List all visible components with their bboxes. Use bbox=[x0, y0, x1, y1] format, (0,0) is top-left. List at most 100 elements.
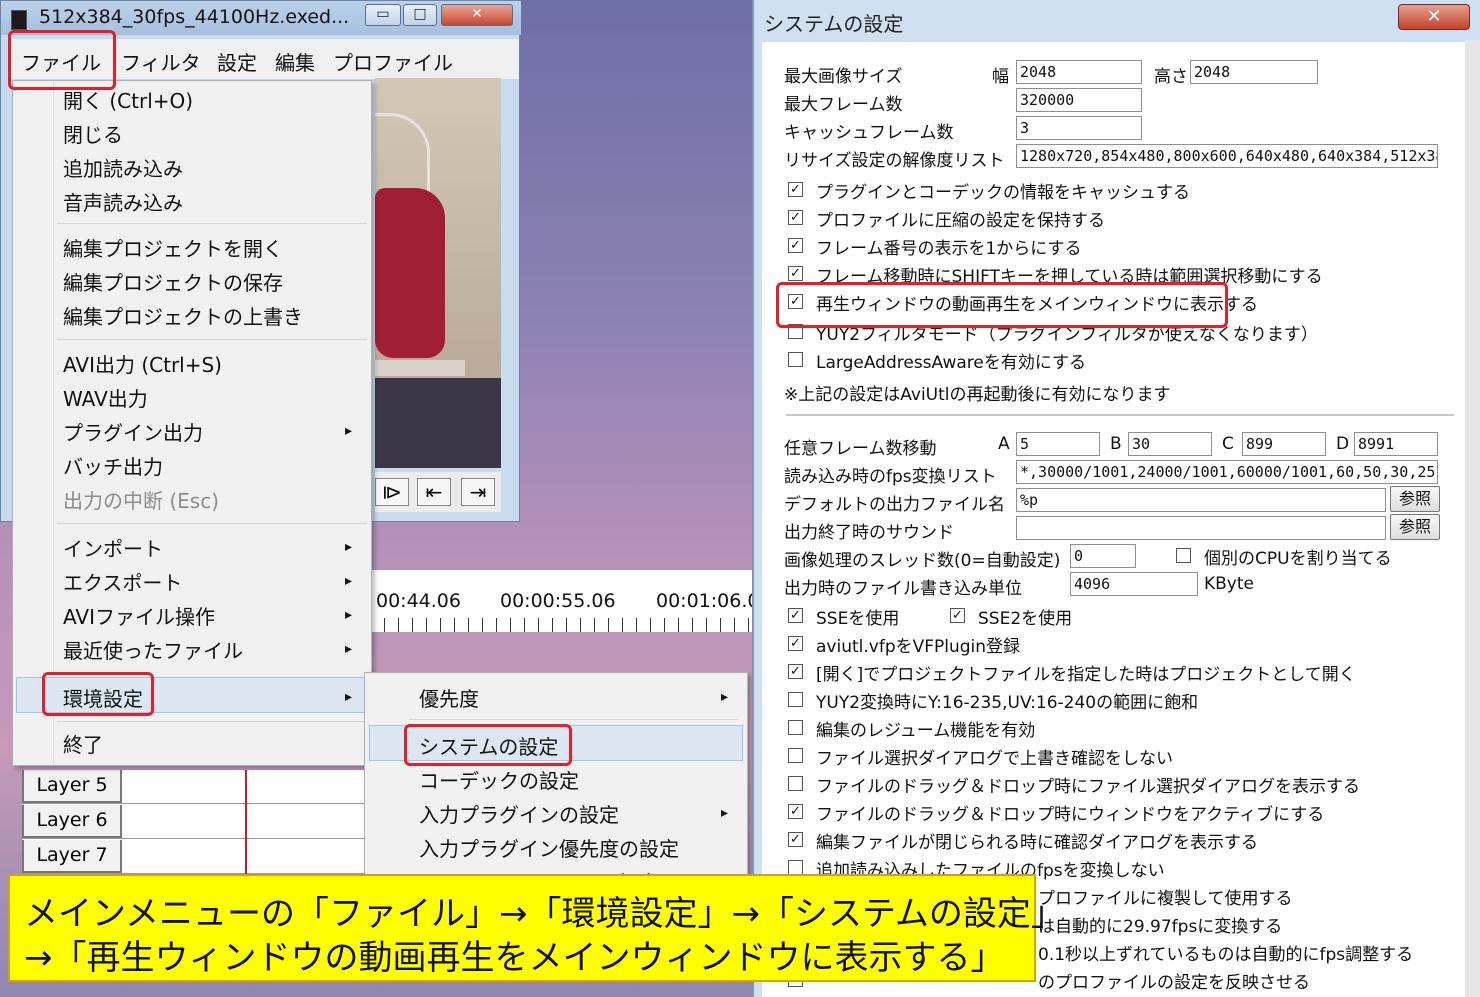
submenu-arrow-icon: ▸ bbox=[721, 805, 729, 821]
checkbox[interactable]: ✓ bbox=[788, 266, 803, 281]
menu-filter[interactable]: フィルタ bbox=[121, 47, 201, 76]
checkbox-row[interactable]: ✓ 編集ファイルが閉じられる時に確認ダイアログを表示する bbox=[788, 832, 1258, 853]
cache-frames-field[interactable]: 3 bbox=[1016, 116, 1142, 140]
menu-item-recent-files[interactable]: 最近使ったファイル bbox=[63, 635, 243, 664]
frame-jump-label: 任意フレーム数移動 bbox=[784, 439, 937, 459]
output-sound-field[interactable] bbox=[1016, 516, 1386, 540]
max-width-field[interactable]: 2048 bbox=[1016, 60, 1142, 84]
default-output-field[interactable]: %p bbox=[1016, 488, 1386, 512]
dialog-close-button[interactable]: ✕ bbox=[1398, 4, 1470, 30]
layer-row[interactable]: Layer 6 bbox=[22, 805, 372, 839]
checkbox[interactable]: ✓ bbox=[788, 608, 803, 623]
checkbox[interactable]: ✓ bbox=[788, 182, 803, 197]
checkbox[interactable] bbox=[1176, 548, 1191, 563]
checkbox[interactable] bbox=[788, 860, 803, 875]
checkbox-row[interactable]: ✓ ファイルのドラッグ＆ドロップ時にウィンドウをアクティブにする bbox=[788, 804, 1324, 825]
menu-item-close[interactable]: 閉じる bbox=[63, 119, 123, 148]
menu-item-priority[interactable]: 優先度 bbox=[419, 683, 479, 712]
layer-row[interactable]: Layer 7 bbox=[22, 840, 372, 874]
menu-item-append[interactable]: 追加読み込み bbox=[63, 153, 183, 182]
checkbox[interactable]: ✓ bbox=[788, 238, 803, 253]
max-image-size-label: 最大画像サイズ bbox=[784, 67, 903, 87]
layer-row[interactable]: Layer 5 bbox=[22, 770, 372, 804]
menu-item-avi-file-ops[interactable]: AVIファイル操作 bbox=[63, 601, 215, 630]
checkbox[interactable] bbox=[788, 776, 803, 791]
checkbox-row[interactable]: ✓ aviutl.vfpをVFPlugin登録 bbox=[788, 636, 1020, 657]
go-start-icon[interactable]: ⇤ bbox=[417, 478, 451, 506]
frame-jump-c-field[interactable]: 899 bbox=[1242, 432, 1326, 456]
checkbox-row[interactable]: ✓ フレーム番号の表示を1からにする bbox=[788, 238, 1081, 259]
max-height-field[interactable]: 2048 bbox=[1190, 60, 1318, 84]
menu-item-avi-output[interactable]: AVI出力 (Ctrl+S) bbox=[63, 349, 222, 378]
checkbox-row[interactable]: ファイルのドラッグ＆ドロップ時にファイル選択ダイアログを表示する bbox=[788, 776, 1360, 797]
browse-sound-button[interactable]: 参照 bbox=[1390, 514, 1440, 540]
menu-item-open-project[interactable]: 編集プロジェクトを開く bbox=[63, 233, 283, 262]
menu-item-import[interactable]: インポート bbox=[63, 533, 163, 562]
checkbox[interactable] bbox=[788, 748, 803, 763]
menu-item-batch-output[interactable]: バッチ出力 bbox=[63, 451, 163, 480]
menu-item-wav-output[interactable]: WAV出力 bbox=[63, 383, 148, 412]
write-unit-suffix: KByte bbox=[1204, 574, 1254, 594]
checkbox-row[interactable]: LargeAddressAwareを有効にする bbox=[788, 352, 1086, 373]
file-menu: 開く (Ctrl+O) 閉じる 追加読み込み 音声読み込み 編集プロジェクトを開… bbox=[12, 80, 372, 766]
resize-list-field[interactable]: 1280x720,854x480,800x600,640x480,640x384… bbox=[1016, 144, 1438, 168]
threads-label: 画像処理のスレッド数(0=自動設定) bbox=[784, 551, 1061, 571]
menu-separator bbox=[409, 719, 739, 720]
frame-jump-d-field[interactable]: 8991 bbox=[1354, 432, 1438, 456]
checkbox-row[interactable]: 個別のCPUを割り当てる bbox=[1176, 548, 1392, 569]
checkbox-row[interactable]: 編集のレジューム機能を有効 bbox=[788, 720, 1035, 741]
checkbox[interactable]: ✓ bbox=[788, 804, 803, 819]
checkbox-row[interactable]: ✓ SSE2を使用 bbox=[950, 608, 1072, 629]
menu-item-audio-load[interactable]: 音声読み込み bbox=[63, 187, 183, 216]
menu-item-exit[interactable]: 終了 bbox=[63, 729, 103, 758]
frame-jump-a-field[interactable]: 5 bbox=[1016, 432, 1100, 456]
checkbox[interactable]: ✓ bbox=[788, 832, 803, 847]
browse-output-button[interactable]: 参照 bbox=[1390, 486, 1440, 512]
layer-label: Layer 6 bbox=[22, 805, 122, 838]
menu-item-save-project[interactable]: 編集プロジェクトの保存 bbox=[63, 267, 283, 296]
checkbox-row[interactable]: YUY2変換時にY:16-235,UV:16-240の範囲に飽和 bbox=[788, 692, 1198, 713]
checkbox-row[interactable]: ✓ [開く]でプロジェクトファイルを指定した時はプロジェクトとして開く bbox=[788, 664, 1356, 685]
dialog-scrollbar[interactable] bbox=[1465, 40, 1480, 997]
go-end-icon[interactable]: ⇥ bbox=[461, 478, 495, 506]
max-frames-field[interactable]: 320000 bbox=[1016, 88, 1142, 112]
threads-field[interactable]: 0 bbox=[1070, 544, 1136, 568]
checkbox[interactable]: ✓ bbox=[788, 664, 803, 679]
checkbox[interactable]: ✓ bbox=[950, 608, 965, 623]
close-button[interactable]: ✕ bbox=[441, 4, 513, 26]
checkbox[interactable] bbox=[788, 352, 803, 367]
menu-settings[interactable]: 設定 bbox=[217, 47, 257, 76]
write-unit-field[interactable]: 4096 bbox=[1070, 572, 1198, 596]
menu-item-abort-output: 出力の中断 (Esc) bbox=[63, 489, 220, 513]
checkbox-row[interactable]: ✓ プロファイルに圧縮の設定を保持する bbox=[788, 210, 1105, 231]
checkbox-row[interactable]: 追加読み込みしたファイルのfpsを変換しない bbox=[788, 860, 1165, 881]
checkbox[interactable] bbox=[788, 720, 803, 735]
checkbox[interactable]: ✓ bbox=[788, 636, 803, 651]
checkbox-row[interactable]: ✓ SSEを使用 bbox=[788, 608, 899, 629]
menu-item-export[interactable]: エクスポート bbox=[63, 567, 182, 596]
menu-profile[interactable]: プロファイル bbox=[333, 47, 453, 76]
checkbox[interactable]: ✓ bbox=[788, 210, 803, 225]
menu-item-input-plugin-priority[interactable]: 入力プラグイン優先度の設定 bbox=[419, 833, 679, 862]
highlight-system-settings bbox=[404, 724, 572, 766]
minimize-button[interactable]: ▭ bbox=[365, 4, 401, 26]
checkbox-row[interactable]: ✓ プラグインとコーデックの情報をキャッシュする bbox=[788, 182, 1190, 203]
checkbox-row[interactable]: ✓ フレーム移動時にSHIFTキーを押している時は範囲選択移動にする bbox=[788, 266, 1323, 287]
maximize-button[interactable]: □ bbox=[403, 4, 437, 26]
checkbox-label: 0.1秒以上ずれているものは自動的にfps調整する bbox=[1038, 945, 1414, 965]
menu-edit[interactable]: 編集 bbox=[275, 47, 315, 76]
menu-item-codec-settings[interactable]: コーデックの設定 bbox=[419, 765, 579, 794]
time-label: 00:01:06.0 bbox=[656, 590, 760, 612]
default-output-label: デフォルトの出力ファイル名 bbox=[784, 495, 1005, 515]
menu-item-input-plugin-settings[interactable]: 入力プラグインの設定 bbox=[419, 799, 619, 828]
checkbox[interactable] bbox=[788, 692, 803, 707]
play-frame-icon[interactable]: ⧐ bbox=[375, 478, 409, 506]
menu-item-plugin-output[interactable]: プラグイン出力 bbox=[63, 417, 203, 446]
submenu-arrow-icon: ▸ bbox=[345, 539, 353, 555]
menu-separator bbox=[57, 523, 367, 524]
checkbox-label: プロファイルに圧縮の設定を保持する bbox=[816, 211, 1105, 231]
menu-item-overwrite-project[interactable]: 編集プロジェクトの上書き bbox=[63, 301, 303, 330]
frame-jump-b-field[interactable]: 30 bbox=[1128, 432, 1212, 456]
checkbox-row[interactable]: ファイル選択ダイアログで上書き確認をしない bbox=[788, 748, 1173, 769]
fps-list-field[interactable]: *,30000/1001,24000/1001,60000/1001,60,50… bbox=[1016, 460, 1438, 484]
